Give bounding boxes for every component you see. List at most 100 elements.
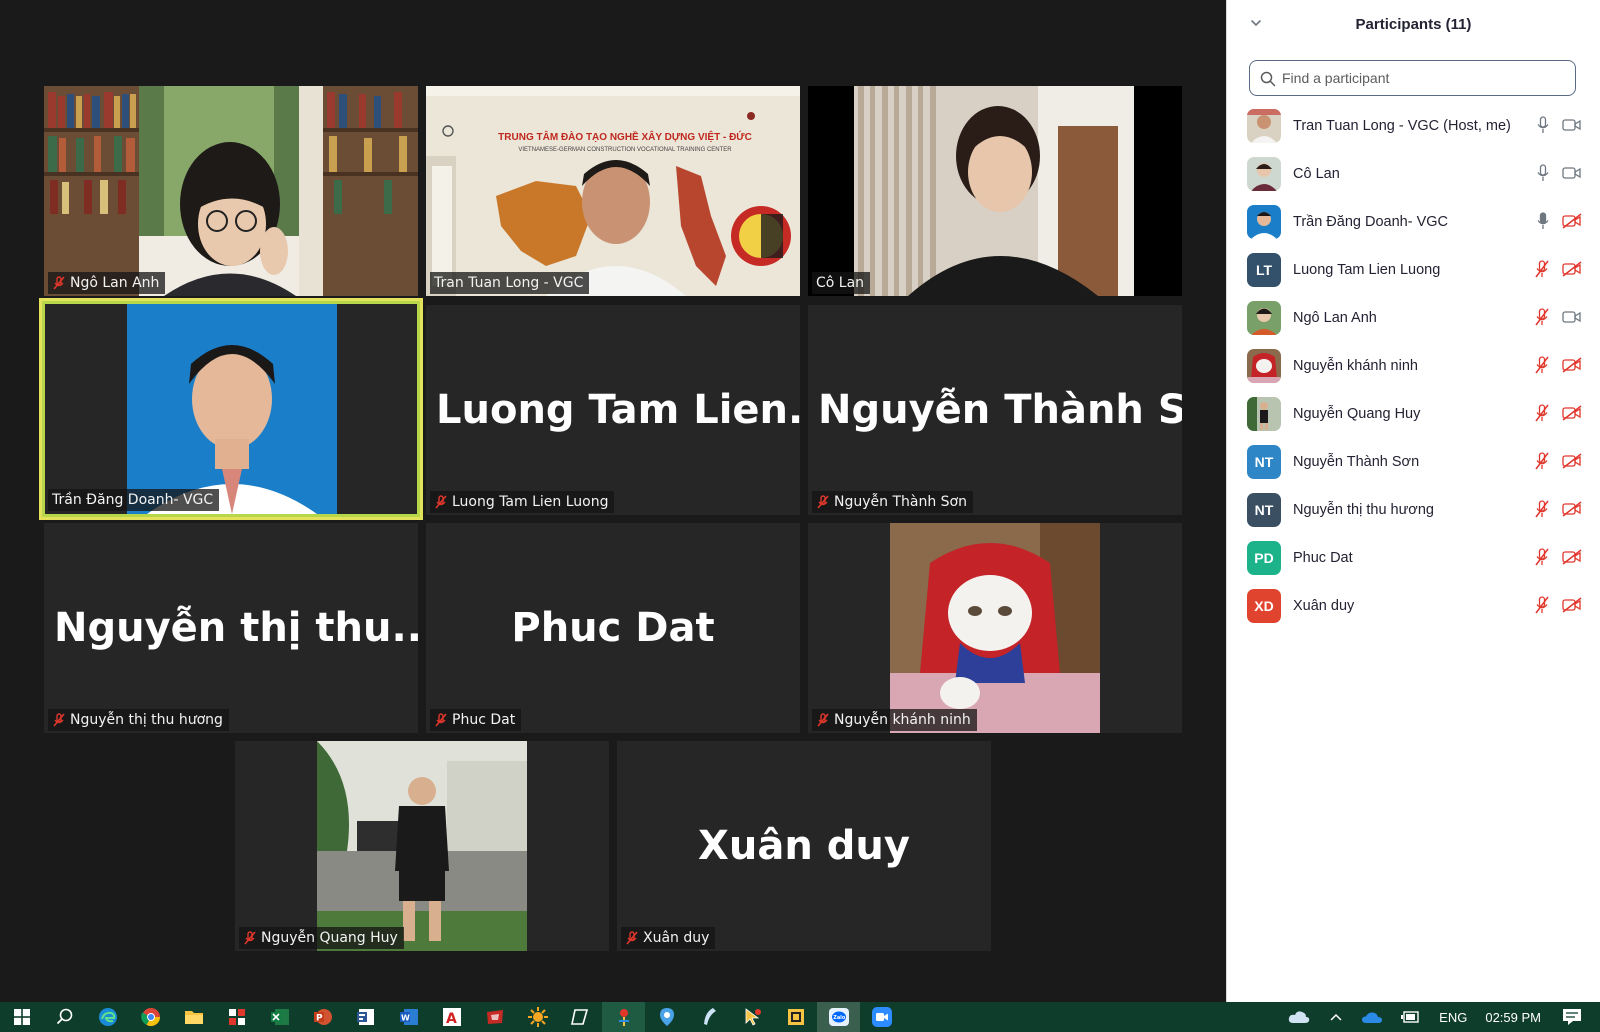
participant-status-icons: [1536, 116, 1582, 134]
video-camera-off-icon[interactable]: [1562, 261, 1582, 277]
file-explorer-icon[interactable]: [172, 1002, 215, 1032]
acrobat-icon[interactable]: A: [430, 1002, 473, 1032]
video-tile-ngo-lan-anh[interactable]: Ngô Lan Anh: [44, 86, 418, 296]
video-tile-co-lan[interactable]: Cô Lan: [808, 86, 1182, 296]
video-tile-luong-tam-lien-luong[interactable]: Luong Tam Lien... Luong Tam Lien Luong: [426, 305, 800, 515]
sticky-notes-icon[interactable]: [774, 1002, 817, 1032]
tile-name-label: Nguyễn Quang Huy: [239, 927, 404, 949]
video-tile-phuc-dat[interactable]: Phuc Dat Phuc Dat: [426, 523, 800, 733]
video-tile-nguyen-quang-huy[interactable]: Nguyễn Quang Huy: [235, 741, 609, 951]
participant-row[interactable]: Nguyễn khánh ninh: [1227, 342, 1600, 390]
microphone-active-icon[interactable]: [1536, 212, 1550, 230]
video-tile-tran-tuan-long[interactable]: TRUNG TÂM ĐÀO TẠO NGHỀ XÂY DỰNG VIỆT - Đ…: [426, 86, 800, 296]
video-camera-off-icon[interactable]: [1562, 549, 1582, 565]
excel-icon[interactable]: [258, 1002, 301, 1032]
battery-icon[interactable]: [1392, 1002, 1430, 1032]
microphone-muted-icon[interactable]: [1534, 500, 1550, 518]
video-camera-icon[interactable]: [1562, 118, 1582, 132]
participant-row[interactable]: Tran Tuan Long - VGC (Host, me): [1227, 102, 1600, 150]
participant-avatar: PD: [1247, 541, 1281, 575]
word-icon[interactable]: W: [387, 1002, 430, 1032]
participant-name: Nguyễn Thành Sơn: [1293, 454, 1420, 470]
participant-status-icons: [1534, 452, 1582, 470]
video-camera-off-icon[interactable]: [1562, 501, 1582, 517]
video-tile-nguyen-thi-thu-huong[interactable]: Nguyễn thị thu... Nguyễn thị thu hương: [44, 523, 418, 733]
mic-muted-icon: [53, 713, 65, 727]
chevron-down-icon[interactable]: [1249, 16, 1263, 30]
video-camera-off-icon[interactable]: [1562, 213, 1582, 229]
video-tile-tran-dang-doanh[interactable]: Trần Đăng Doanh- VGC: [39, 298, 423, 520]
video-tile-nguyen-thanh-son[interactable]: Nguyễn Thành S... Nguyễn Thành Sơn: [808, 305, 1182, 515]
video-camera-off-icon[interactable]: [1562, 405, 1582, 421]
participant-status-icons: [1534, 260, 1582, 278]
participant-row[interactable]: Nguyễn Quang Huy: [1227, 390, 1600, 438]
video-camera-icon[interactable]: [1562, 310, 1582, 324]
tile-label-text: Ngô Lan Anh: [70, 275, 160, 291]
onedrive-icon[interactable]: [1352, 1002, 1392, 1032]
participant-photo-tran-dang-doanh: [127, 304, 337, 514]
participant-row[interactable]: XD Xuân duy: [1227, 582, 1600, 630]
video-tile-xuan-duy[interactable]: Xuân duy Xuân duy: [617, 741, 991, 951]
participant-display-name: Luong Tam Lien...: [436, 387, 800, 433]
zalo-icon[interactable]: Zalo: [817, 1002, 860, 1032]
chrome-icon[interactable]: [129, 1002, 172, 1032]
video-gallery: Ngô Lan Anh TRUNG TÂM ĐÀO TẠO NGHỀ XÂY D…: [0, 0, 1226, 1002]
tile-name-label: Xuân duy: [621, 927, 716, 949]
app-grid-icon[interactable]: [215, 1002, 258, 1032]
tile-name-label: Nguyễn khánh ninh: [812, 709, 977, 731]
microphone-icon[interactable]: [1536, 116, 1550, 134]
clock-time[interactable]: 02:59 PM: [1476, 1002, 1550, 1032]
snip-icon[interactable]: [559, 1002, 602, 1032]
microphone-muted-icon[interactable]: [1534, 308, 1550, 326]
app-red-icon[interactable]: [473, 1002, 516, 1032]
participant-row[interactable]: LT Luong Tam Lien Luong: [1227, 246, 1600, 294]
participant-status-icons: [1536, 164, 1582, 182]
microphone-muted-icon[interactable]: [1534, 452, 1550, 470]
microphone-muted-icon[interactable]: [1534, 404, 1550, 422]
participant-photo-nguyen-khanh-ninh: [890, 523, 1100, 733]
tile-label-text: Nguyễn Thành Sơn: [834, 494, 967, 510]
pin-app-icon[interactable]: [602, 1002, 645, 1032]
participant-row[interactable]: Cô Lan: [1227, 150, 1600, 198]
participant-row[interactable]: PD Phuc Dat: [1227, 534, 1600, 582]
participant-avatar: [1247, 397, 1281, 431]
cursor-app-icon[interactable]: [731, 1002, 774, 1032]
video-camera-icon[interactable]: [1562, 166, 1582, 180]
participant-search-box[interactable]: [1249, 60, 1576, 96]
participant-name: Luong Tam Lien Luong: [1293, 262, 1441, 278]
participant-status-icons: [1534, 548, 1582, 566]
windows-start-icon[interactable]: [0, 1002, 43, 1032]
participant-status-icons: [1534, 404, 1582, 422]
video-tile-nguyen-khanh-ninh[interactable]: Nguyễn khánh ninh: [808, 523, 1182, 733]
video-camera-off-icon[interactable]: [1562, 453, 1582, 469]
zoom-icon[interactable]: [860, 1002, 903, 1032]
participant-row[interactable]: NT Nguyễn Thành Sơn: [1227, 438, 1600, 486]
input-language[interactable]: ENG: [1430, 1002, 1476, 1032]
map-app-icon[interactable]: [645, 1002, 688, 1032]
microphone-muted-icon[interactable]: [1534, 356, 1550, 374]
participant-row[interactable]: Ngô Lan Anh: [1227, 294, 1600, 342]
mic-muted-icon: [244, 931, 256, 945]
participant-search-input[interactable]: [1282, 70, 1575, 86]
pen-app-icon[interactable]: [688, 1002, 731, 1032]
microphone-muted-icon[interactable]: [1534, 596, 1550, 614]
sun-app-icon[interactable]: [516, 1002, 559, 1032]
edge-icon[interactable]: [86, 1002, 129, 1032]
participant-row[interactable]: Trần Đăng Doanh- VGC: [1227, 198, 1600, 246]
notification-center-icon[interactable]: [1550, 1002, 1600, 1032]
video-camera-off-icon[interactable]: [1562, 597, 1582, 613]
chevron-up-icon[interactable]: [1320, 1002, 1352, 1032]
microphone-muted-icon[interactable]: [1534, 260, 1550, 278]
search-icon[interactable]: [43, 1002, 86, 1032]
svg-text:Zalo: Zalo: [833, 1015, 846, 1021]
tile-label-text: Xuân duy: [643, 930, 710, 946]
powerpoint-icon[interactable]: P: [301, 1002, 344, 1032]
video-camera-off-icon[interactable]: [1562, 357, 1582, 373]
participants-panel-header: Participants (11): [1227, 0, 1600, 48]
microphone-icon[interactable]: [1536, 164, 1550, 182]
forms-icon[interactable]: [344, 1002, 387, 1032]
microphone-muted-icon[interactable]: [1534, 548, 1550, 566]
weather-cloud-icon[interactable]: [1278, 1002, 1320, 1032]
windows-taskbar: P W A Zalo ENG 02:59 PM: [0, 1002, 1600, 1032]
participant-row[interactable]: NT Nguyễn thị thu hương: [1227, 486, 1600, 534]
